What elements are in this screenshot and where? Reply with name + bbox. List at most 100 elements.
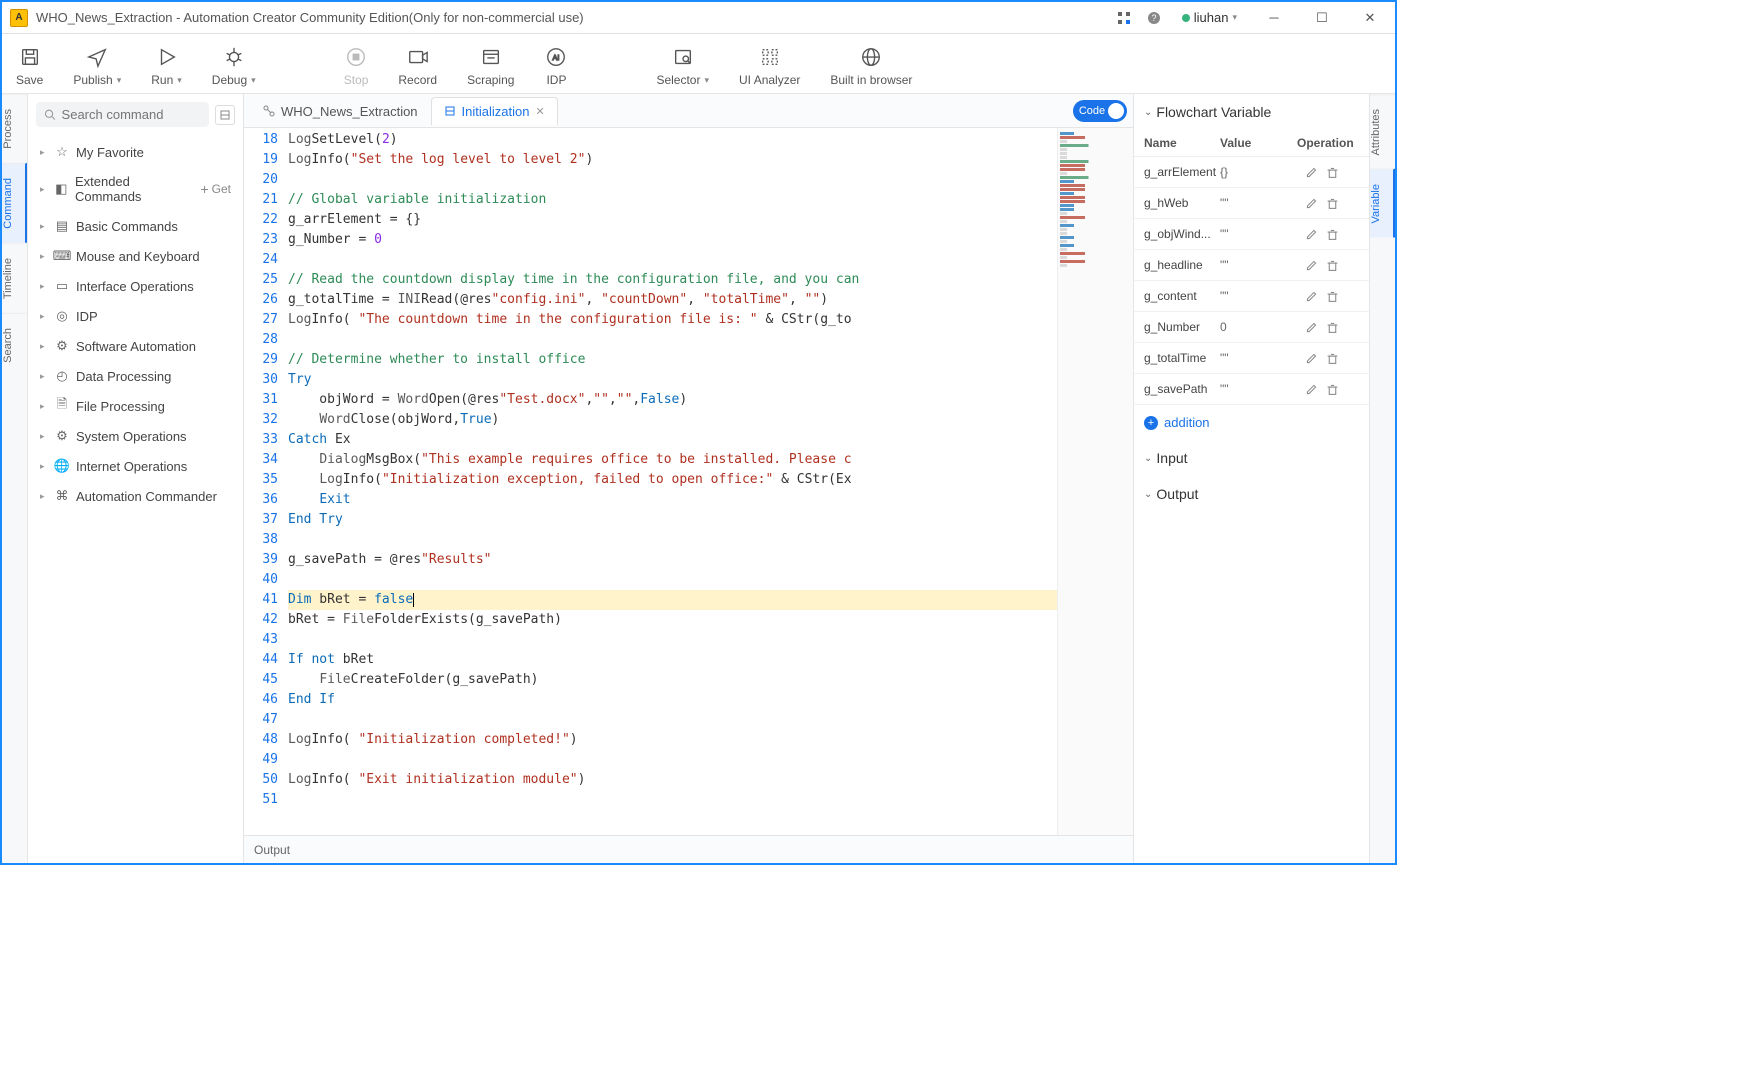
- code-line[interactable]: FileCreateFolder(g_savePath): [288, 670, 1057, 690]
- code-line[interactable]: // Global variable initialization: [288, 190, 1057, 210]
- apps-icon[interactable]: [1116, 10, 1132, 26]
- minimize-button[interactable]: ─: [1257, 4, 1291, 32]
- command-category-mouse-and-keyboard[interactable]: ▸⌨Mouse and Keyboard: [28, 241, 243, 271]
- edit-icon[interactable]: [1305, 166, 1318, 179]
- edit-icon[interactable]: [1305, 352, 1318, 365]
- search-input[interactable]: [62, 107, 201, 122]
- output-bar[interactable]: Output: [244, 835, 1133, 863]
- left-rail-search[interactable]: Search: [2, 313, 27, 377]
- code-line[interactable]: [288, 330, 1057, 350]
- input-section[interactable]: ⌄ Input: [1134, 440, 1369, 476]
- left-rail-process[interactable]: Process: [2, 94, 27, 163]
- code-line[interactable]: Exit: [288, 490, 1057, 510]
- command-category-file-processing[interactable]: ▸🗎File Processing: [28, 391, 243, 421]
- command-category-data-processing[interactable]: ▸◴Data Processing: [28, 361, 243, 391]
- delete-icon[interactable]: [1326, 290, 1339, 303]
- delete-icon[interactable]: [1326, 259, 1339, 272]
- command-category-idp[interactable]: ▸◎IDP: [28, 301, 243, 331]
- code-line[interactable]: [288, 630, 1057, 650]
- toolbar-run-button[interactable]: Run: [151, 45, 182, 93]
- edit-icon[interactable]: [1305, 290, 1318, 303]
- code-line[interactable]: [288, 710, 1057, 730]
- command-category-interface-operations[interactable]: ▸▭Interface Operations: [28, 271, 243, 301]
- code-line[interactable]: objWord = WordOpen(@res"Test.docx","",""…: [288, 390, 1057, 410]
- toolbar-record-button[interactable]: Record: [398, 45, 437, 93]
- code-line[interactable]: LogInfo("Initialization exception, faile…: [288, 470, 1057, 490]
- code-line[interactable]: Catch Ex: [288, 430, 1057, 450]
- edit-icon[interactable]: [1305, 228, 1318, 241]
- minimap[interactable]: [1057, 128, 1133, 835]
- search-command-box[interactable]: [36, 102, 209, 127]
- toolbar-browser-button[interactable]: Built in browser: [830, 45, 912, 93]
- edit-icon[interactable]: [1305, 321, 1318, 334]
- command-category-my-favorite[interactable]: ▸☆My Favorite: [28, 137, 243, 167]
- toolbar-idp-button[interactable]: AIIDP: [544, 45, 568, 93]
- command-category-software-automation[interactable]: ▸⚙Software Automation: [28, 331, 243, 361]
- maximize-button[interactable]: ☐: [1305, 4, 1339, 32]
- code-line[interactable]: End Try: [288, 510, 1057, 530]
- command-category-extended-commands[interactable]: ▸◧Extended Commands+Get: [28, 167, 243, 211]
- code-line[interactable]: bRet = FileFolderExists(g_savePath): [288, 610, 1057, 630]
- right-rail-variable[interactable]: Variable: [1370, 169, 1395, 238]
- close-button[interactable]: ✕: [1353, 4, 1387, 32]
- code-line[interactable]: // Determine whether to install office: [288, 350, 1057, 370]
- code-content[interactable]: LogSetLevel(2)LogInfo("Set the log level…: [288, 128, 1057, 835]
- left-rail-command[interactable]: Command: [2, 163, 27, 243]
- right-rail-attributes[interactable]: Attributes: [1370, 94, 1395, 169]
- code-line[interactable]: If not bRet: [288, 650, 1057, 670]
- code-line[interactable]: LogInfo( "Initialization completed!"): [288, 730, 1057, 750]
- command-category-system-operations[interactable]: ▸⚙System Operations: [28, 421, 243, 451]
- code-line[interactable]: [288, 250, 1057, 270]
- delete-icon[interactable]: [1326, 383, 1339, 396]
- output-section[interactable]: ⌄ Output: [1134, 476, 1369, 512]
- toolbar-save-button[interactable]: Save: [16, 45, 43, 93]
- delete-icon[interactable]: [1326, 352, 1339, 365]
- flowchart-variable-section[interactable]: ⌄ Flowchart Variable: [1134, 94, 1369, 130]
- code-line[interactable]: WordClose(objWord,True): [288, 410, 1057, 430]
- code-line[interactable]: LogInfo( "The countdown time in the conf…: [288, 310, 1057, 330]
- code-line[interactable]: [288, 790, 1057, 810]
- code-line[interactable]: Dim bRet = false: [288, 590, 1057, 610]
- code-line[interactable]: LogInfo("Set the log level to level 2"): [288, 150, 1057, 170]
- code-line[interactable]: // Read the countdown display time in th…: [288, 270, 1057, 290]
- code-line[interactable]: [288, 530, 1057, 550]
- code-line[interactable]: g_Number = 0: [288, 230, 1057, 250]
- delete-icon[interactable]: [1326, 166, 1339, 179]
- code-line[interactable]: LogInfo( "Exit initialization module"): [288, 770, 1057, 790]
- toolbar-publish-button[interactable]: Publish: [73, 45, 121, 93]
- edit-icon[interactable]: [1305, 383, 1318, 396]
- toolbar-uianalyzer-button[interactable]: UI Analyzer: [739, 45, 800, 93]
- edit-icon[interactable]: [1305, 197, 1318, 210]
- command-category-basic-commands[interactable]: ▸▤Basic Commands: [28, 211, 243, 241]
- code-line[interactable]: g_savePath = @res"Results": [288, 550, 1057, 570]
- edit-icon[interactable]: [1305, 259, 1318, 272]
- code-line[interactable]: End If: [288, 690, 1057, 710]
- help-icon[interactable]: ?: [1146, 10, 1162, 26]
- code-line[interactable]: [288, 570, 1057, 590]
- code-line[interactable]: g_totalTime = INIRead(@res"config.ini", …: [288, 290, 1057, 310]
- command-category-internet-operations[interactable]: ▸🌐Internet Operations: [28, 451, 243, 481]
- code-line[interactable]: DialogMsgBox("This example requires offi…: [288, 450, 1057, 470]
- code-line[interactable]: LogSetLevel(2): [288, 130, 1057, 150]
- code-line[interactable]: [288, 170, 1057, 190]
- get-extensions-button[interactable]: +Get: [200, 181, 231, 197]
- tab-init[interactable]: Initialization✕: [431, 97, 558, 125]
- delete-icon[interactable]: [1326, 197, 1339, 210]
- tab-main[interactable]: WHO_News_Extraction: [250, 97, 431, 125]
- delete-icon[interactable]: [1326, 321, 1339, 334]
- toolbar-scraping-button[interactable]: Scraping: [467, 45, 514, 93]
- code-line[interactable]: g_arrElement = {}: [288, 210, 1057, 230]
- command-category-automation-commander[interactable]: ▸⌘Automation Commander: [28, 481, 243, 511]
- code-line[interactable]: Try: [288, 370, 1057, 390]
- add-variable-button[interactable]: + addition: [1134, 405, 1369, 440]
- toolbar-selector-button[interactable]: Selector: [656, 45, 709, 93]
- tab-close-button[interactable]: ✕: [535, 105, 544, 118]
- left-rail-timeline[interactable]: Timeline: [2, 243, 27, 313]
- code-view-toggle[interactable]: Code: [1073, 100, 1127, 122]
- code-editor[interactable]: 1819202122232425262728293031323334353637…: [244, 128, 1057, 835]
- user-menu[interactable]: liuhan ▾: [1176, 10, 1243, 25]
- toolbar-debug-button[interactable]: Debug: [212, 45, 256, 93]
- code-line[interactable]: [288, 750, 1057, 770]
- delete-icon[interactable]: [1326, 228, 1339, 241]
- collapse-panel-button[interactable]: [215, 105, 235, 125]
